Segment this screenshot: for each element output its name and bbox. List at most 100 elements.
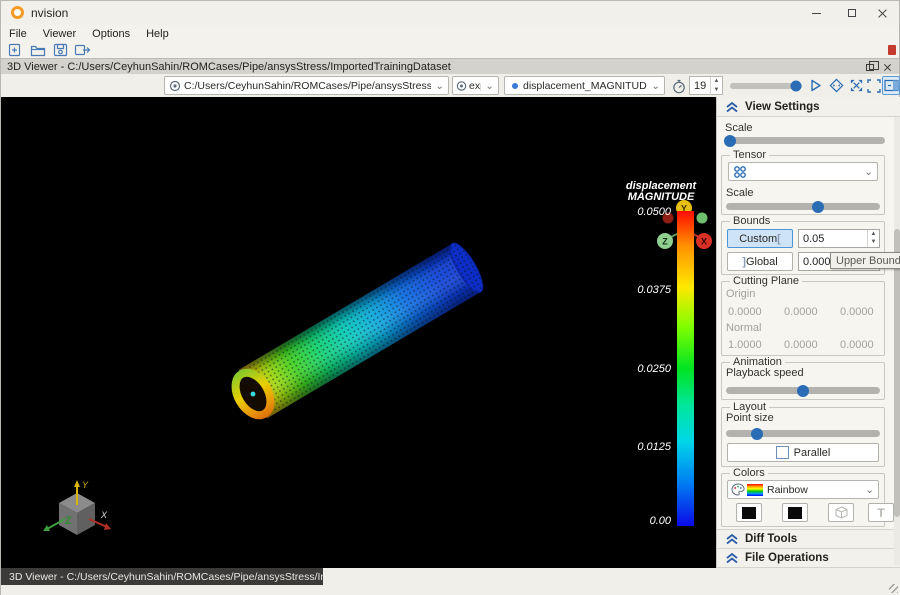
playback-speed-slider[interactable] [726,387,880,394]
triad-z-label: Z [65,515,72,527]
point-size-slider[interactable] [726,430,880,437]
spin-down-icon[interactable]: ▼ [711,86,722,95]
chevron-down-icon: ⌄ [861,484,878,496]
viewport-3d[interactable]: Y Z X displacement MAGNITUDE 0.0500 0.03… [1,97,716,568]
maximize-icon [848,9,856,17]
point-size-label: Point size [726,412,774,424]
panel-scrollbar[interactable] [894,117,900,565]
dataset-path-combobox[interactable]: C:/Users/CeyhunSahin/ROMCases/Pipe/ansys… [164,76,449,95]
field-combobox[interactable]: displacement_MAGNITUDE ⌄ [504,76,665,95]
expand-view-button[interactable] [847,76,865,95]
frame-spinbox[interactable]: 19 ▲ ▼ [689,76,723,95]
menu-help[interactable]: Help [138,27,177,41]
viewer-tab[interactable]: 3D Viewer - C:/Users/CeyhunSahin/ROMCase… [1,568,323,585]
upper-bound-value: 0.05 [803,233,824,245]
normal-z-value: 0.0000 [840,339,874,351]
bound-spin-arrows[interactable]: ▲ ▼ [867,230,879,247]
text-style-button[interactable]: T [868,503,894,522]
maximize-button[interactable] [835,1,869,25]
tensor-scale-slider-handle[interactable] [812,201,824,213]
colormap-swatch [747,484,763,496]
palette-icon [731,483,745,496]
viewer-toolbar: C:/Users/CeyhunSahin/ROMCases/Pipe/ansys… [1,74,899,97]
viewer-dock-title: 3D Viewer - C:/Users/CeyhunSahin/ROMCase… [1,61,451,73]
frame-value: 19 [690,80,706,92]
timeline-slider[interactable] [730,83,802,89]
side-panel-icon [884,79,899,92]
gizmo-z-label: Z [662,237,668,247]
text-color-button[interactable] [782,503,808,522]
playback-speed-label: Playback speed [726,367,804,379]
spin-up-icon[interactable]: ▲ [868,230,879,238]
frame-spin-arrows[interactable]: ▲ ▼ [710,77,722,95]
reset-view-button[interactable] [827,76,845,95]
menu-bar: File Viewer Options Help [1,25,899,42]
tooltip: Upper Bound [830,252,900,269]
tensor-group: Tensor ⌄ Scale [721,155,885,215]
bounds-custom-button[interactable]: Custom[ [727,229,793,248]
scale-slider-handle[interactable] [724,135,736,147]
bracket-icon: [ [777,233,781,245]
normal-x-value: 1.0000 [728,339,762,351]
collapse-chevrons-icon [725,552,739,564]
close-icon [878,9,887,18]
normal-label: Normal [726,322,761,334]
toggle-side-panel-button[interactable] [882,76,900,95]
diamond-arrows-icon [829,78,844,93]
open-folder-button[interactable] [29,43,47,58]
play-button[interactable] [806,76,824,95]
cutting-plane-group-label: Cutting Plane [730,275,802,287]
menu-options[interactable]: Options [84,27,138,41]
fit-view-button[interactable] [865,76,883,95]
colors-group-label: Colors [730,467,768,479]
tensor-scale-slider[interactable] [726,203,880,210]
background-color-button[interactable] [736,503,762,522]
upper-bound-input[interactable]: 0.05 ▲ ▼ [798,229,880,248]
file-operations-header[interactable]: File Operations [717,549,900,568]
experiment-combobox[interactable]: exp_1 ⌄ [452,76,499,95]
parallel-label: Parallel [794,447,831,459]
viewer-dock-titlebar: 3D Viewer - C:/Users/CeyhunSahin/ROMCase… [1,58,899,74]
title-bar: nvision [1,1,899,25]
close-button[interactable] [865,1,899,25]
parallel-toggle-button[interactable]: Parallel [727,443,879,462]
new-file-button[interactable] [7,43,25,58]
axes-triad: Y Z X [39,475,119,550]
view-settings-title: View Settings [745,101,820,113]
point-size-slider-handle[interactable] [751,428,763,440]
save-icon [53,43,68,57]
timeline-slider-handle[interactable] [790,81,801,92]
panel-scrollbar-thumb[interactable] [894,229,900,517]
float-window-button[interactable] [863,61,877,73]
float-icon [866,64,874,71]
collapse-chevrons-icon [725,101,739,113]
bounds-global-button[interactable]: ]Global [727,252,793,271]
experiment-value: exp_1 [469,80,481,92]
tensor-scale-label: Scale [726,187,754,199]
tensor-combobox[interactable]: ⌄ [728,162,878,181]
diff-tools-header[interactable]: Diff Tools [717,529,900,549]
spin-up-icon[interactable]: ▲ [711,77,722,86]
dock-close-button[interactable] [880,61,894,73]
fit-brackets-icon [867,79,881,93]
gizmo-neg-z-axis[interactable] [697,213,708,224]
menu-file[interactable]: File [1,27,35,41]
save-button[interactable] [51,43,69,58]
custom-button-label: Custom [739,233,777,245]
scale-slider[interactable] [725,137,885,144]
view-settings-header[interactable]: View Settings [717,97,900,117]
menu-viewer[interactable]: Viewer [35,27,84,41]
layout-group: Layout Point size Parallel [721,407,885,467]
resize-grip[interactable] [889,584,898,593]
file-toolbar [1,42,899,58]
chevron-down-icon: ⌄ [431,80,448,92]
parallel-checkbox[interactable] [776,446,789,459]
playback-speed-slider-handle[interactable] [797,385,809,397]
colormap-combobox[interactable]: Rainbow ⌄ [727,480,879,499]
main-area: Y Z X displacement MAGNITUDE 0.0500 0.03… [1,97,900,568]
solid-color-button[interactable] [828,503,854,522]
spin-down-icon[interactable]: ▼ [868,238,879,246]
export-button[interactable] [73,43,91,58]
window-title: nvision [31,6,68,20]
minimize-button[interactable] [799,1,833,25]
